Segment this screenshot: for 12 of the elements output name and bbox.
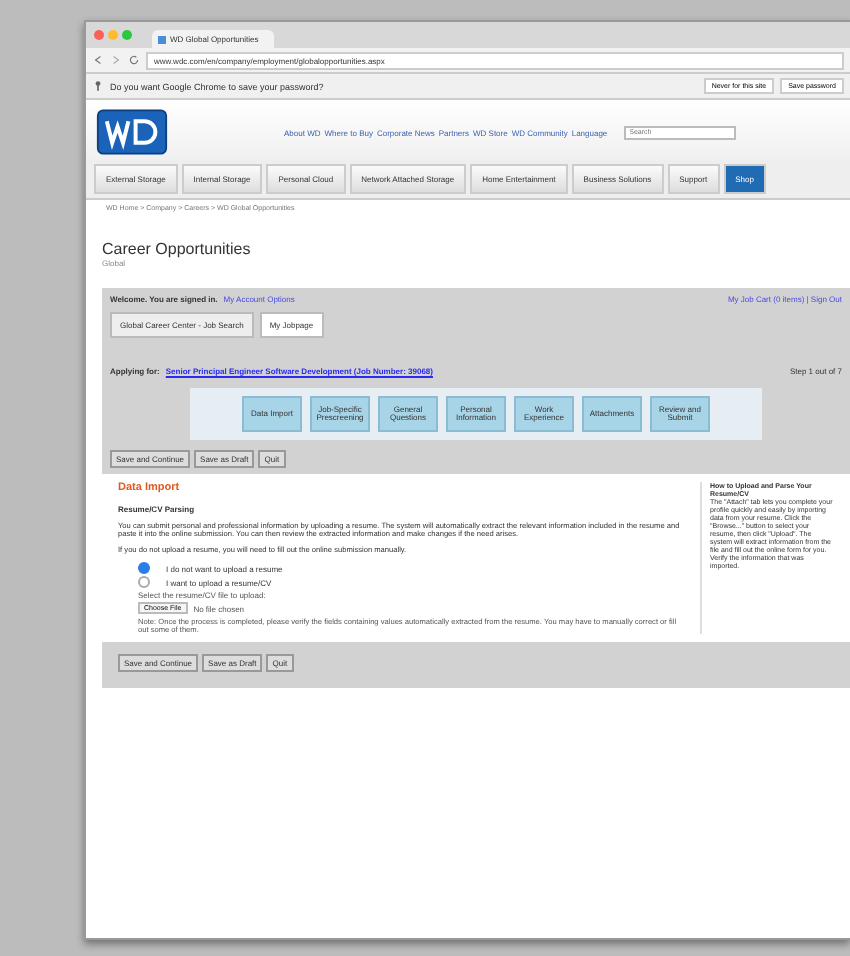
- radio-button[interactable]: [138, 562, 150, 574]
- key-icon: [92, 80, 104, 92]
- minimize-icon[interactable]: [108, 30, 118, 40]
- reload-icon[interactable]: [128, 54, 140, 66]
- radio-button[interactable]: [138, 576, 150, 588]
- page-title: Career Opportunities: [102, 240, 253, 258]
- maximize-icon[interactable]: [122, 30, 132, 40]
- close-icon[interactable]: [94, 30, 104, 40]
- forward-icon[interactable]: [110, 54, 122, 66]
- favicon-icon: [158, 35, 166, 43]
- logo-icon[interactable]: [96, 108, 168, 156]
- back-icon[interactable]: [92, 54, 104, 66]
